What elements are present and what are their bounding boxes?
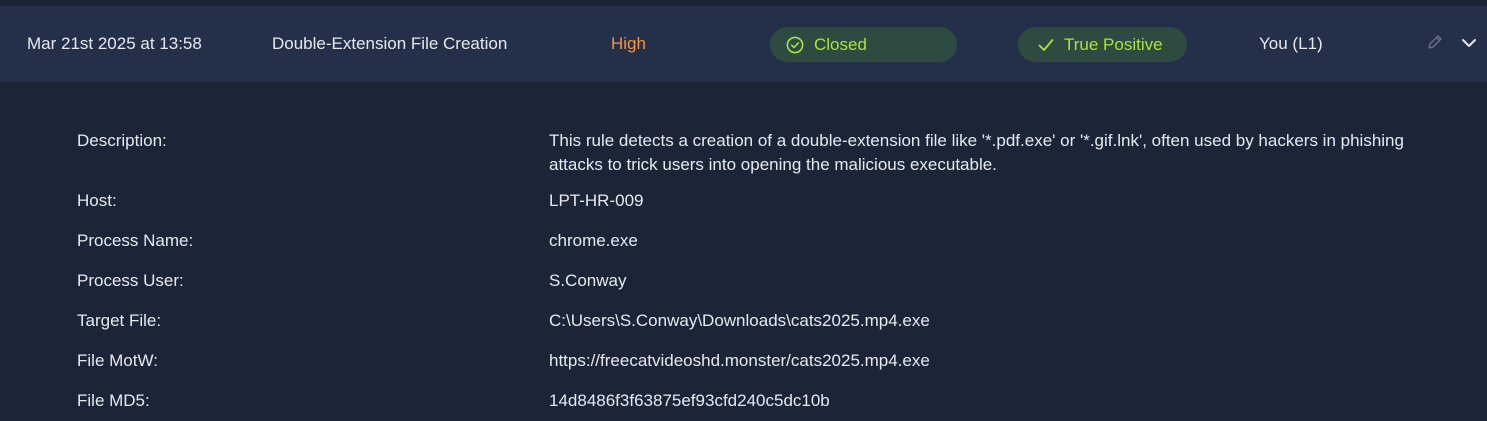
alert-rule-name: Double-Extension File Creation [272, 34, 508, 53]
file-motw-value: https://freecatvideoshd.monster/cats2025… [549, 351, 930, 370]
status-label: Closed [814, 34, 867, 54]
file-motw-label: File MotW: [77, 351, 158, 370]
verdict-badge: True Positive [1018, 27, 1187, 62]
assignee-label: You (L1) [1259, 34, 1323, 53]
file-md5-value: 14d8486f3f63875ef93cfd240c5dc10b [549, 391, 830, 410]
status-badge: Closed [770, 27, 957, 62]
process-name-value: chrome.exe [549, 231, 638, 250]
process-name-label: Process Name: [77, 231, 194, 250]
pencil-icon [1426, 33, 1444, 56]
target-file-label: Target File: [77, 311, 162, 330]
alert-row[interactable]: Mar 21st 2025 at 13:58 Double-Extension … [0, 6, 1487, 82]
expand-toggle-button[interactable] [1461, 6, 1477, 82]
verdict-label: True Positive [1064, 34, 1163, 54]
host-value: LPT-HR-009 [549, 191, 644, 210]
edit-button[interactable] [1426, 6, 1444, 82]
severity-label: High [611, 34, 646, 53]
alert-details-panel: Description: This rule detects a creatio… [0, 82, 1487, 421]
process-user-label: Process User: [77, 271, 184, 290]
description-label: Description: [77, 131, 167, 150]
host-label: Host: [77, 191, 117, 210]
chevron-down-icon [1461, 34, 1477, 54]
alert-date: Mar 21st 2025 at 13:58 [27, 34, 202, 53]
target-file-value: C:\Users\S.Conway\Downloads\cats2025.mp4… [549, 311, 930, 330]
check-icon [1038, 38, 1054, 52]
description-value: This rule detects a creation of a double… [549, 131, 1404, 174]
file-md5-label: File MD5: [77, 391, 150, 410]
process-user-value: S.Conway [549, 271, 627, 290]
check-circle-icon [786, 36, 804, 54]
